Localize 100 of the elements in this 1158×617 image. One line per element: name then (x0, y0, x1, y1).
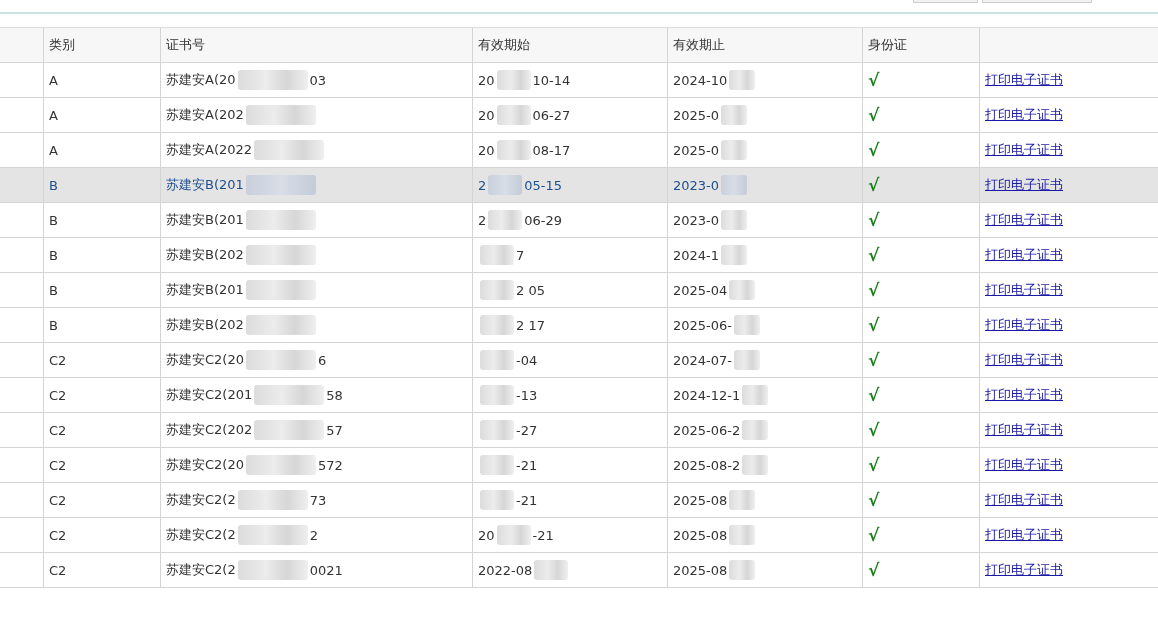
table-cell: 苏建安C2(20 (166, 456, 244, 474)
print-certificate-link[interactable]: 打印电子证书 (985, 351, 1063, 369)
blurred-area (254, 140, 325, 160)
table-cell: 2025-08 (673, 492, 728, 508)
print-certificate-link[interactable]: 打印电子证书 (985, 526, 1063, 544)
print-certificate-link[interactable]: 打印电子证书 (985, 176, 1063, 194)
table-row[interactable]: C2 苏建安C2(20 6 -04 2024-07- √ 打印电子证书 (0, 343, 1158, 378)
blurred-area (496, 525, 531, 545)
blurred-area (237, 490, 308, 510)
table-cell: 06-27 (532, 107, 571, 123)
table-row[interactable]: C2 苏建安C2(202 57 -27 2025-06-2 √ 打印电子证书 (0, 413, 1158, 448)
table-cell: 20 (478, 142, 495, 158)
table-cell: A (49, 107, 58, 123)
print-certificate-link[interactable]: 打印电子证书 (985, 106, 1063, 124)
check-mark: √ (868, 455, 880, 475)
table-cell: 苏建安C2(2 (166, 491, 236, 509)
table-cell: C2 (49, 457, 67, 473)
print-certificate-link[interactable]: 打印电子证书 (985, 316, 1063, 334)
print-certificate-link[interactable]: 打印电子证书 (985, 71, 1063, 89)
print-certificate-link[interactable]: 打印电子证书 (985, 246, 1063, 264)
blurred-area (245, 210, 316, 230)
table-row[interactable]: A 苏建安A(20 03 20 10-14 2024-10 √ 打印电子证书 (0, 63, 1158, 98)
table-cell: 2 (478, 177, 487, 193)
check-mark: √ (868, 140, 880, 160)
print-certificate-link[interactable]: 打印电子证书 (985, 421, 1063, 439)
table-cell: 苏建安B(201 (166, 281, 244, 299)
blurred-area (480, 350, 514, 370)
table-row[interactable]: B 苏建安B(202 7 2024-1 √ 打印电子证书 (0, 238, 1158, 273)
table-cell: -21 (532, 527, 554, 543)
blurred-area (254, 385, 325, 405)
table-cell: 2024-12-1 (673, 387, 741, 403)
toolbar-button[interactable] (913, 0, 978, 3)
blurred-area (496, 70, 531, 90)
column-header: 有效期止 (673, 36, 725, 54)
blurred-area (480, 280, 514, 300)
table-cell: 7 (516, 247, 525, 263)
table-row[interactable]: C2 苏建安C2(201 58 -13 2024-12-1 √ 打印电子证书 (0, 378, 1158, 413)
blurred-area (721, 105, 748, 125)
table-cell: C2 (49, 492, 67, 508)
print-certificate-link[interactable]: 打印电子证书 (985, 281, 1063, 299)
table-cell: 苏建安C2(202 (166, 421, 253, 439)
toolbar-button[interactable] (982, 0, 1092, 3)
table-cell: 2 (309, 527, 318, 543)
table-cell: B (49, 247, 58, 263)
table-cell: 08-17 (532, 142, 571, 158)
blurred-area (480, 385, 514, 405)
blurred-area (245, 315, 316, 335)
blurred-area (237, 560, 308, 580)
table-row[interactable]: C2 苏建安C2(20 572 -21 2025-08-2 √ 打印电子证书 (0, 448, 1158, 483)
table-cell: 2025-06-2 (673, 422, 741, 438)
table-row[interactable]: C2 苏建安C2(2 73 -21 2025-08 √ 打印电子证书 (0, 483, 1158, 518)
blurred-area (480, 490, 514, 510)
blurred-area (721, 140, 748, 160)
blurred-area (496, 140, 531, 160)
table-cell: C2 (49, 562, 67, 578)
table-row[interactable]: A 苏建安A(202 20 06-27 2025-0 √ 打印电子证书 (0, 98, 1158, 133)
table-cell: 2024-10 (673, 72, 728, 88)
print-certificate-link[interactable]: 打印电子证书 (985, 491, 1063, 509)
print-certificate-link[interactable]: 打印电子证书 (985, 561, 1063, 579)
table-cell: 58 (326, 387, 343, 403)
table-row[interactable]: C2 苏建安C2(2 0021 2022-08 2025-08 √ 打印电子证书 (0, 553, 1158, 588)
blurred-area (729, 560, 756, 580)
table-cell: C2 (49, 387, 67, 403)
table-cell: 2 05 (516, 282, 545, 298)
check-mark: √ (868, 175, 880, 195)
table-cell: C2 (49, 352, 67, 368)
table-row[interactable]: C2 苏建安C2(2 2 20 -21 2025-08 √ 打印电子证书 (0, 518, 1158, 553)
print-certificate-link[interactable]: 打印电子证书 (985, 386, 1063, 404)
table-cell: 572 (317, 457, 343, 473)
table-row[interactable]: B 苏建安B(202 2 17 2025-06- √ 打印电子证书 (0, 308, 1158, 343)
blurred-area (237, 70, 308, 90)
table-cell: 2023-0 (673, 212, 720, 228)
blurred-area (729, 525, 756, 545)
check-mark: √ (868, 560, 880, 580)
blurred-area (488, 175, 523, 195)
table-cell: 2025-0 (673, 142, 720, 158)
table-row[interactable]: B 苏建安B(201 2 06-29 2023-0 √ 打印电子证书 (0, 203, 1158, 238)
print-certificate-link[interactable]: 打印电子证书 (985, 456, 1063, 474)
table-row[interactable]: B 苏建安B(201 2 05-15 2023-0 √ 打印电子证书 (0, 168, 1158, 203)
table-cell: 05-15 (524, 177, 563, 193)
blurred-area (742, 385, 769, 405)
table-cell: 6 (317, 352, 327, 368)
table-cell: -04 (516, 352, 538, 368)
column-header: 身份证 (868, 36, 907, 54)
table-cell: 苏建安B(201 (166, 211, 244, 229)
table-cell: 苏建安C2(201 (166, 386, 253, 404)
table-cell: 2025-08 (673, 562, 728, 578)
print-certificate-link[interactable]: 打印电子证书 (985, 211, 1063, 229)
table-cell: 苏建安A(202 (166, 106, 244, 124)
table-cell: 0021 (309, 562, 343, 578)
blurred-area (245, 245, 316, 265)
blurred-area (245, 105, 316, 125)
print-certificate-link[interactable]: 打印电子证书 (985, 141, 1063, 159)
table-cell: A (49, 142, 58, 158)
check-mark: √ (868, 350, 880, 370)
check-mark: √ (868, 525, 880, 545)
table-cell: 57 (326, 422, 343, 438)
table-row[interactable]: B 苏建安B(201 2 05 2025-04 √ 打印电子证书 (0, 273, 1158, 308)
blurred-area (488, 210, 523, 230)
column-header: 类别 (49, 36, 75, 54)
